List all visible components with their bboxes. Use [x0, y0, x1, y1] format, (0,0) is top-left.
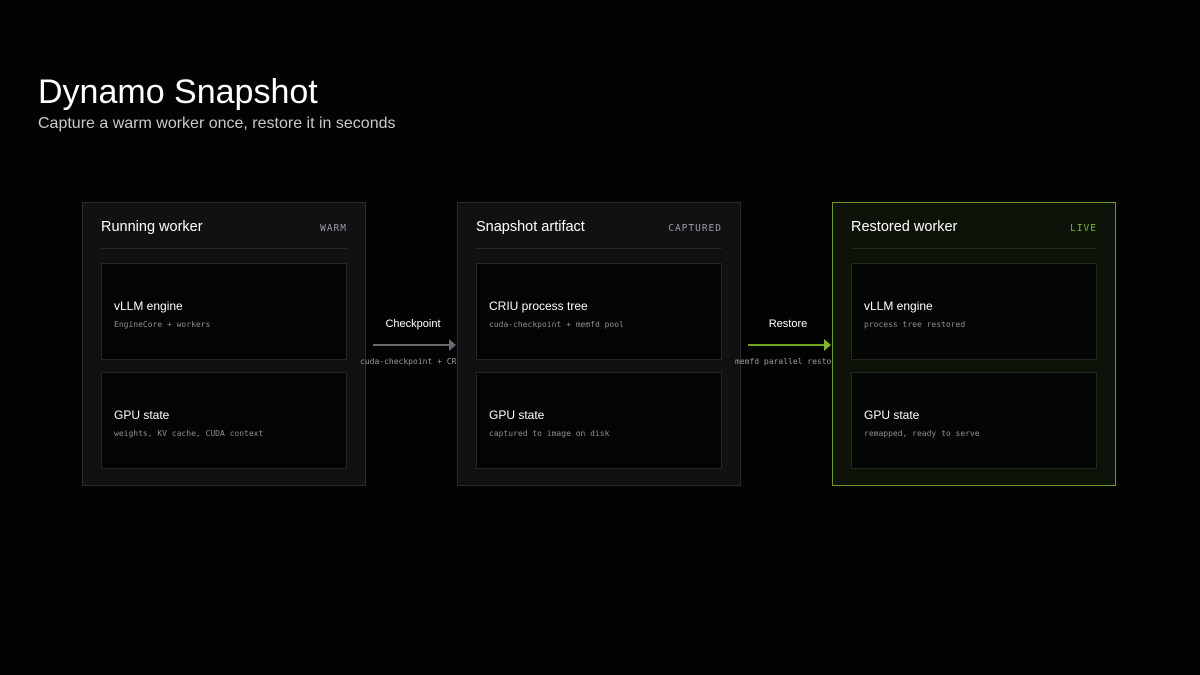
card-gpu-state: GPU state captured to image on disk: [476, 372, 722, 469]
card-detail: EngineCore + workers: [114, 320, 211, 329]
diagram-page: Dynamo Snapshot Capture a warm worker on…: [0, 0, 1200, 675]
connector-label: Checkpoint: [385, 318, 441, 330]
page-title: Dynamo Snapshot: [38, 73, 318, 111]
page-subtitle: Capture a warm worker once, restore it i…: [38, 115, 396, 132]
card-criu-process-tree: CRIU process tree cuda-checkpoint + memf…: [476, 263, 722, 360]
card-detail: weights, KV cache, CUDA context: [114, 429, 264, 438]
panel-restored-worker: Restored worker LIVE vLLM engine process…: [832, 202, 1116, 486]
status-badge: WARM: [320, 223, 347, 234]
card-vllm-engine: vLLM engine EngineCore + workers: [101, 263, 347, 360]
card-detail: process tree restored: [864, 320, 966, 329]
arrow-line: [748, 344, 826, 346]
card-title: vLLM engine: [114, 299, 183, 313]
status-badge: LIVE: [1070, 223, 1097, 234]
arrow-line: [373, 344, 451, 346]
connector-restore: Restore memfd parallel restore: [733, 318, 843, 378]
panel-header: Snapshot artifact CAPTURED: [476, 203, 722, 249]
card-gpu-state: GPU state weights, KV cache, CUDA contex…: [101, 372, 347, 469]
card-title: CRIU process tree: [489, 299, 588, 313]
card-title: GPU state: [114, 408, 170, 422]
connector-checkpoint: Checkpoint cuda-checkpoint + CRIU: [358, 318, 468, 378]
arrow-right-icon: [824, 339, 831, 351]
card-detail: cuda-checkpoint + memfd pool: [489, 320, 624, 329]
panel-title: Running worker: [101, 219, 203, 235]
panel-header: Restored worker LIVE: [851, 203, 1097, 249]
card-title: GPU state: [489, 408, 545, 422]
panel-title: Restored worker: [851, 219, 958, 235]
panel-running-worker: Running worker WARM vLLM engine EngineCo…: [82, 202, 366, 486]
card-gpu-state: GPU state remapped, ready to serve: [851, 372, 1097, 469]
status-badge: CAPTURED: [668, 223, 722, 234]
arrow-right-icon: [449, 339, 456, 351]
header: Dynamo Snapshot Capture a warm worker on…: [38, 72, 395, 134]
panel-title: Snapshot artifact: [476, 219, 585, 235]
connector-label: Restore: [768, 318, 808, 330]
panel-header: Running worker WARM: [101, 203, 347, 249]
card-detail: remapped, ready to serve: [864, 429, 980, 438]
panel-snapshot-artifact: Snapshot artifact CAPTURED CRIU process …: [457, 202, 741, 486]
card-vllm-engine: vLLM engine process tree restored: [851, 263, 1097, 360]
card-detail: captured to image on disk: [489, 429, 610, 438]
card-title: vLLM engine: [864, 299, 933, 313]
card-title: GPU state: [864, 408, 920, 422]
